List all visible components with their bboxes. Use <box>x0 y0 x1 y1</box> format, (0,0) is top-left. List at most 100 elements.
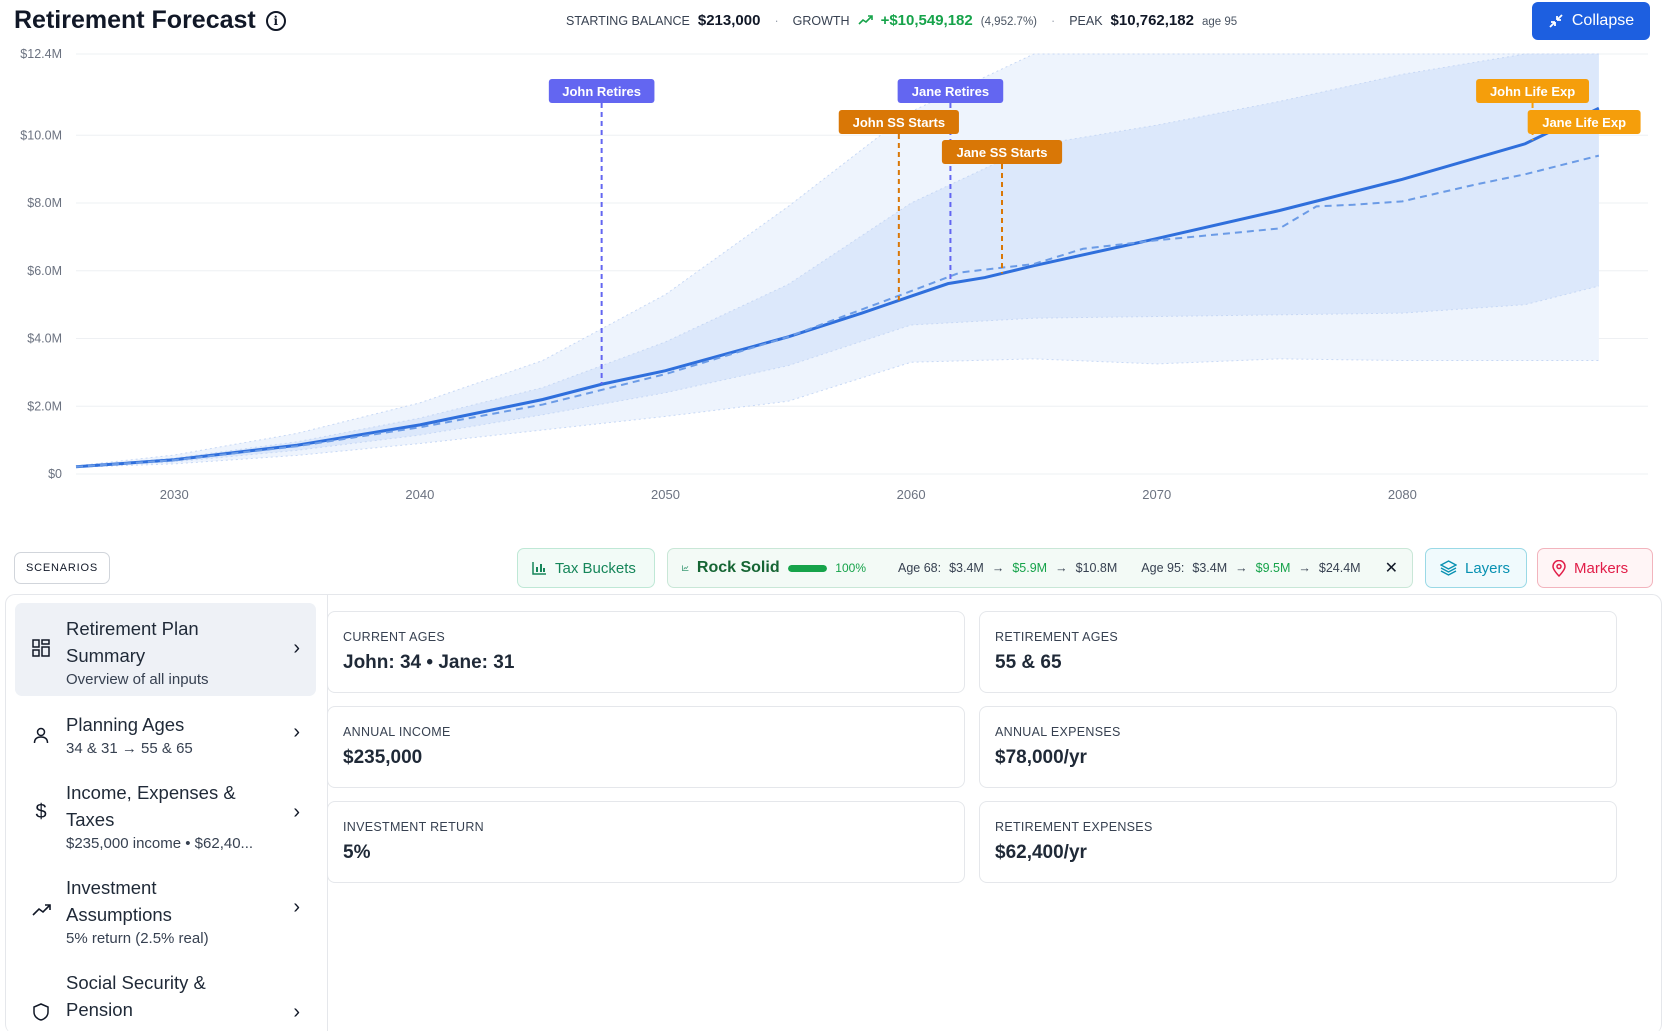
summary-card-investment-return: INVESTMENT RETURN 5% <box>327 801 965 883</box>
layers-icon <box>1440 560 1457 576</box>
y-tick-label: $0 <box>48 467 62 481</box>
card-value: $62,400/yr <box>995 842 1087 863</box>
card-value: 55 & 65 <box>995 652 1062 673</box>
age95-label: Age 95: <box>1141 561 1185 575</box>
peak-age: age 95 <box>1201 16 1238 28</box>
trend-up-icon <box>31 900 51 921</box>
sidebar-item-text: Income, Expenses & Taxes $235,000 income… <box>66 779 266 855</box>
header-stats: STARTING BALANCE $213,000 · GROWTH +$10,… <box>566 12 1237 29</box>
trend-up-icon <box>857 15 873 25</box>
card-label: ANNUAL INCOME <box>343 725 451 739</box>
card-label: INVESTMENT RETURN <box>343 820 484 834</box>
scenario-progress-fill <box>787 564 828 572</box>
arrow: → <box>1055 561 1068 575</box>
card-label: ANNUAL EXPENSES <box>995 725 1121 739</box>
sidebar-item-subtitle: 34 & 31 → 55 & 65 <box>66 740 193 757</box>
markers-button[interactable]: Markers <box>1537 548 1653 588</box>
card-label: RETIREMENT AGES <box>995 630 1119 644</box>
y-tick-label: $6.0M <box>27 264 62 278</box>
sidebar-item-subtitle: Overview of all inputs <box>66 671 209 688</box>
markers-label: Markers <box>1574 559 1629 577</box>
separator-dot: · <box>774 14 779 28</box>
age68-value-1: $3.4M <box>949 561 984 575</box>
card-value: $78,000/yr <box>995 747 1087 768</box>
sidebar-item-subtitle: $235,000 income • $62,40... <box>66 835 254 852</box>
starting-balance-label: STARTING BALANCE <box>566 14 690 28</box>
y-tick-label: $8.0M <box>27 196 62 210</box>
confidence-band <box>76 54 1599 468</box>
card-label: RETIREMENT EXPENSES <box>995 820 1153 834</box>
sidebar-item-planning-ages[interactable]: Planning Ages 34 & 31 → 55 & 65 › <box>15 707 316 767</box>
summary-card-annual-income: ANNUAL INCOME $235,000 <box>327 706 965 788</box>
scenario-pill[interactable]: Rock Solid 100% Age 68: $3.4M → $5.9M → … <box>667 548 1413 588</box>
info-icon[interactable]: i <box>265 10 286 31</box>
age68-summary: Age 68: $3.4M → $5.9M → $10.8M <box>898 561 1117 575</box>
sidebar-item-title: Social Security & Pension <box>66 972 206 1020</box>
y-tick-label: $4.0M <box>27 332 62 346</box>
marker-label: John SS Starts <box>853 115 945 130</box>
chevron-right-icon: › <box>293 721 300 743</box>
collapse-button[interactable]: Collapse <box>1532 2 1650 40</box>
close-icon[interactable]: ✕ <box>1385 558 1398 578</box>
sidebar-item-text: Retirement Plan Summary Overview of all … <box>66 615 266 691</box>
layers-button[interactable]: Layers <box>1425 548 1527 588</box>
card-value: $235,000 <box>343 747 423 768</box>
collapse-icon <box>1549 14 1563 28</box>
dollar-icon: $ <box>35 801 47 823</box>
sidebar-item-subtitle: 5% return (2.5% real) <box>66 930 209 947</box>
tax-buckets-button[interactable]: Tax Buckets <box>517 548 655 588</box>
x-tick-label: 2040 <box>405 487 434 502</box>
age68-value-2: $5.9M <box>1012 561 1048 575</box>
x-tick-label: 2030 <box>160 487 189 502</box>
marker-label: John Retires <box>562 84 641 99</box>
map-pin-icon <box>1552 559 1566 577</box>
line-chart-icon <box>682 565 689 571</box>
sidebar-item-title: Retirement Plan Summary <box>66 618 199 666</box>
scenario-progress-bar <box>787 564 828 572</box>
age95-value-1: $3.4M <box>1192 561 1228 575</box>
age95-value-3: $24.4M <box>1318 561 1361 575</box>
summary-card-current-ages: CURRENT AGES John: 34 • Jane: 31 <box>327 611 965 693</box>
sidebar-item-text: Planning Ages 34 & 31 → 55 & 65 <box>66 711 266 760</box>
card-value: 5% <box>343 842 371 863</box>
marker-label: Jane SS Starts <box>956 145 1047 160</box>
marker-label: John Life Exp <box>1490 84 1575 99</box>
sidebar-item-title: Investment Assumptions <box>66 877 172 925</box>
sidebar-item-investment-assumptions[interactable]: Investment Assumptions 5% return (2.5% r… <box>15 872 316 952</box>
card-label: CURRENT AGES <box>343 630 446 644</box>
grid-icon <box>31 639 51 662</box>
layers-label: Layers <box>1465 559 1511 577</box>
y-tick-label: $2.0M <box>27 399 62 413</box>
chevron-right-icon: › <box>293 637 300 659</box>
page-title-text: Retirement Forecast <box>14 6 256 34</box>
bar-chart-icon <box>532 562 546 575</box>
scenario-percent: 100% <box>835 561 866 575</box>
marker-label: Jane Life Exp <box>1542 115 1626 130</box>
age68-label: Age 68: <box>898 561 942 575</box>
sidebar-item-text: Investment Assumptions 5% return (2.5% r… <box>66 874 266 950</box>
arrow: → <box>1235 561 1248 575</box>
sidebar-item-retirement-plan-summary[interactable]: Retirement Plan Summary Overview of all … <box>15 603 316 696</box>
page-title: Retirement Forecast i <box>14 6 286 35</box>
sidebar-item-title: Planning Ages <box>66 714 185 735</box>
sidebar-item-income-expenses-taxes[interactable]: $ Income, Expenses & Taxes $235,000 inco… <box>15 777 316 857</box>
scenarios-button[interactable]: SCENARIOS <box>14 552 110 584</box>
summary-card-retirement-ages: RETIREMENT AGES 55 & 65 <box>979 611 1617 693</box>
growth-value: +$10,549,182 <box>880 12 973 29</box>
age95-summary: Age 95: $3.4M → $9.5M → $24.4M <box>1141 561 1360 575</box>
forecast-chart[interactable]: $0 $2.0M $4.0M $6.0M $8.0M $10.0M $12.4M 2030 20… <box>0 44 1662 544</box>
scenario-name: Rock Solid <box>696 559 780 576</box>
starting-balance-value: $213,000 <box>697 12 761 29</box>
separator-dot: · <box>1051 14 1056 28</box>
user-icon <box>31 727 51 749</box>
x-tick-label: 2080 <box>1388 487 1417 502</box>
marker-label: Jane Retires <box>912 84 989 99</box>
arrow: → <box>991 561 1005 575</box>
chevron-right-icon: › <box>293 801 300 823</box>
arrow: → <box>1298 561 1311 575</box>
sidebar-item-social-security-pension[interactable]: Social Security & Pension › <box>15 969 316 1031</box>
age95-value-2: $9.5M <box>1255 561 1291 575</box>
peak-value: $10,762,182 <box>1110 12 1194 29</box>
chevron-right-icon: › <box>293 1001 300 1023</box>
summary-card-annual-expenses: ANNUAL EXPENSES $78,000/yr <box>979 706 1617 788</box>
